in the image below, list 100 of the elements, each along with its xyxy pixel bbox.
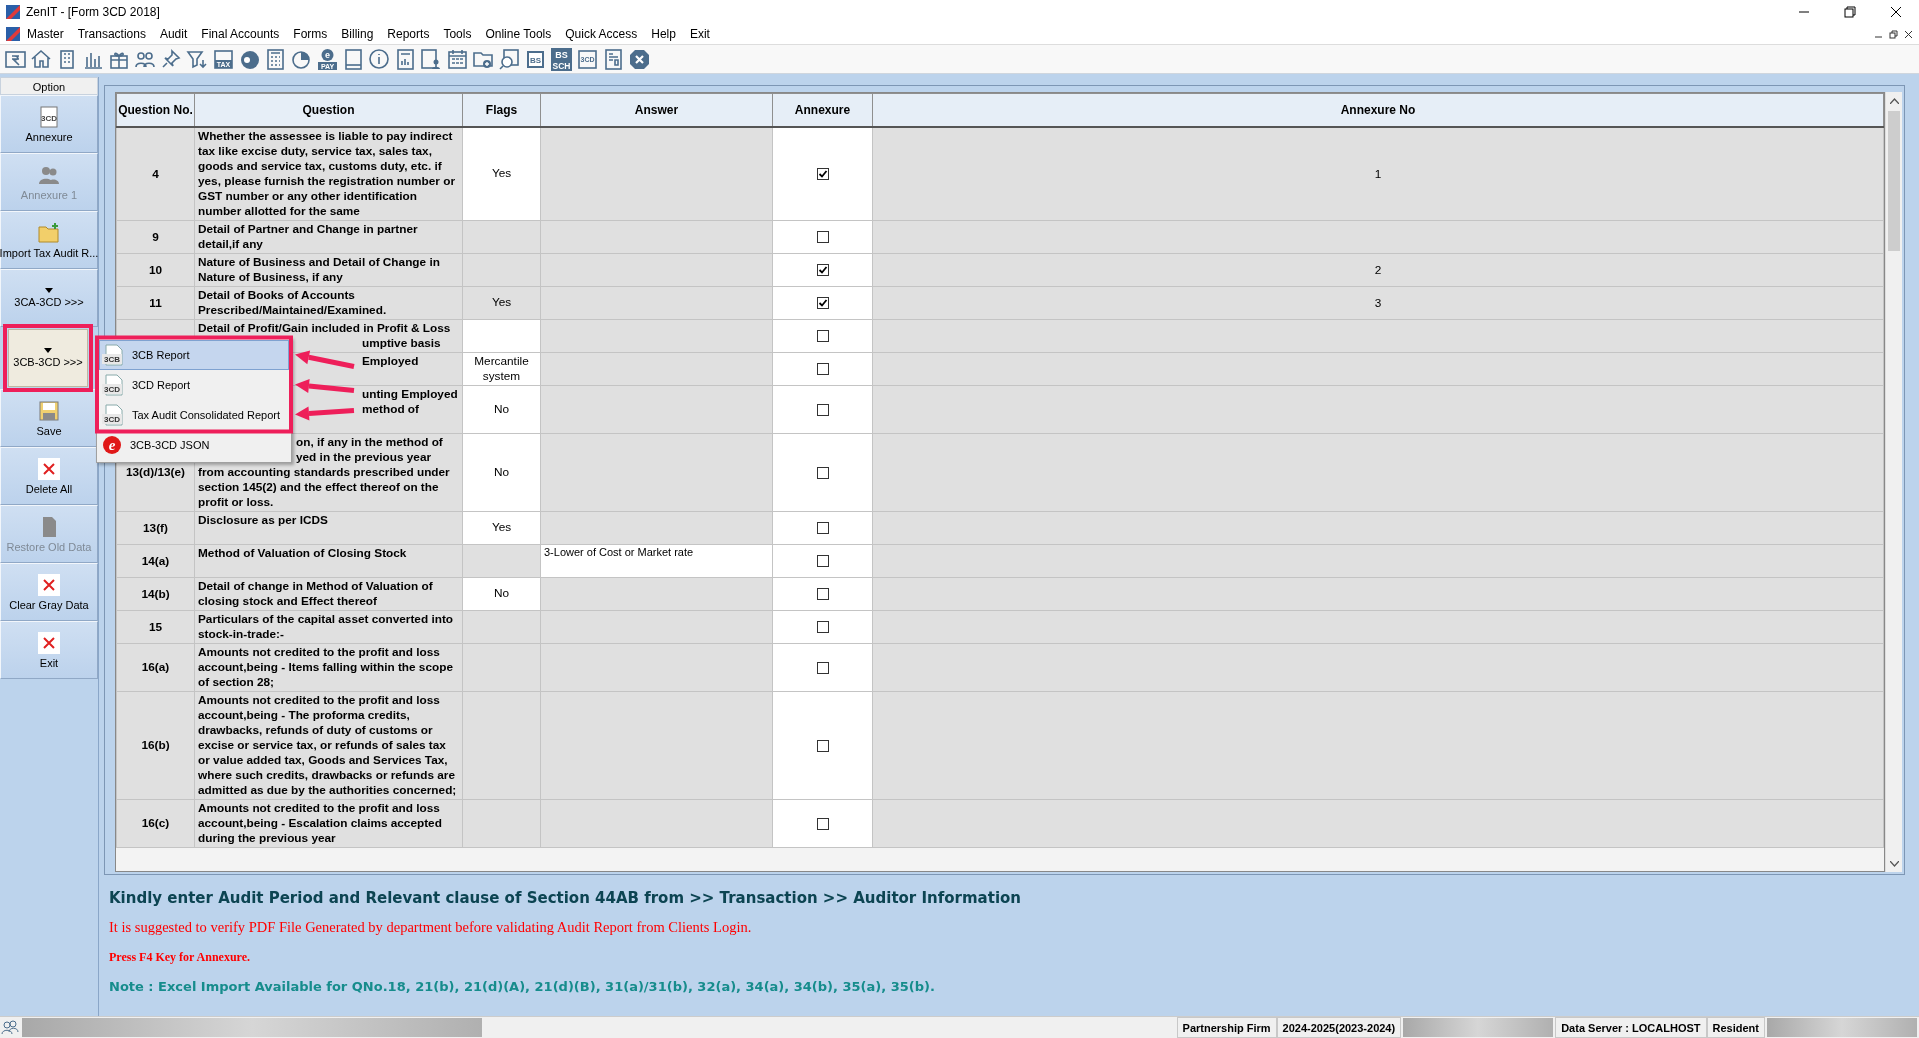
checkbox[interactable] bbox=[816, 661, 829, 674]
check-icon bbox=[817, 265, 828, 276]
menu-item[interactable]: Final Accounts bbox=[194, 25, 287, 43]
table-cell: Particulars of the capital asset converted into stock-in-trade:- bbox=[194, 610, 463, 643]
close-icon[interactable] bbox=[1904, 29, 1913, 39]
table-cell: Whether the assessee is liable to pay indirect tax like excise duty, service tax, sales tax, goods and service tax, customs duty, etc. if yes, please furnish the registration number or GST number or any other identification number allotted for the same bbox=[194, 126, 463, 220]
annotation-arrow bbox=[295, 378, 355, 393]
table-cell: Detail of Books of Accounts Prescribed/Maintained/Examined. bbox=[194, 286, 463, 319]
calculator-icon[interactable] bbox=[264, 47, 287, 71]
input-field[interactable]: Mercantile system bbox=[462, 352, 541, 385]
table-cell[interactable] bbox=[462, 253, 541, 286]
calendar-icon[interactable] bbox=[446, 47, 469, 71]
checkbox[interactable] bbox=[816, 403, 829, 416]
table-cell: Amounts not credited to the profit and loss account,being - The proforma credits, drawbacks, refunds of duty of customs or excise or service tax, or refunds of sales tax or value added tax, Goods and Services Tax, where such credits, drawbacks or refunds are admitted as due by the authorities concerned; bbox=[194, 691, 463, 799]
table-cell: Nature of Business and Detail of Change in Nature of Business, if any bbox=[194, 253, 463, 286]
table-cell[interactable] bbox=[462, 643, 541, 691]
close-icon[interactable] bbox=[1890, 6, 1902, 18]
input-field[interactable]: No bbox=[462, 433, 541, 511]
document-icon: 3CD bbox=[102, 373, 124, 396]
sheet-icon[interactable] bbox=[602, 47, 625, 71]
document-search-icon[interactable] bbox=[498, 47, 521, 71]
user-document-icon[interactable] bbox=[420, 47, 443, 71]
input-field[interactable]: No bbox=[462, 577, 541, 610]
table-cell: 15 bbox=[116, 610, 195, 643]
sidebar-button[interactable]: Exit bbox=[0, 621, 98, 679]
app-logo-icon bbox=[6, 5, 20, 19]
sidebar-button[interactable]: 3CA-3CD >>> bbox=[0, 269, 98, 327]
table-cell: Amounts not credited to the profit and loss account,being - Items falling within the scope of section 28; bbox=[194, 643, 463, 691]
sidebar-button[interactable]: Save bbox=[0, 389, 98, 447]
checkbox[interactable] bbox=[816, 588, 829, 601]
table-cell[interactable]: Yes bbox=[462, 286, 541, 319]
column-header: Flags bbox=[462, 93, 541, 127]
annotation-arrow bbox=[295, 350, 355, 369]
menu-item[interactable]: Tools bbox=[436, 25, 479, 43]
sidebar-button[interactable]: Delete All bbox=[0, 447, 98, 505]
checkbox[interactable] bbox=[816, 168, 829, 181]
checkbox[interactable] bbox=[816, 466, 829, 479]
table-cell: 11 bbox=[116, 286, 195, 319]
table-cell[interactable] bbox=[462, 544, 541, 577]
input-field[interactable]: 3-Lower of Cost or Market rate bbox=[540, 544, 773, 577]
checkbox[interactable] bbox=[816, 621, 829, 634]
menu-item[interactable]: Quick Access bbox=[558, 25, 645, 43]
checkbox[interactable] bbox=[816, 297, 829, 310]
checkbox[interactable] bbox=[816, 555, 829, 568]
menu-item[interactable]: Billing bbox=[334, 25, 381, 43]
input-field[interactable]: No bbox=[462, 385, 541, 433]
sidebar-button[interactable]: Clear Gray Data bbox=[0, 563, 98, 621]
checkbox[interactable] bbox=[816, 330, 829, 343]
info-icon[interactable] bbox=[368, 47, 391, 71]
menu-item[interactable]: Reports bbox=[380, 25, 437, 43]
checkbox[interactable] bbox=[816, 522, 829, 535]
sidebar-button[interactable]: Import Tax Audit R... bbox=[0, 211, 98, 269]
status-field: Resident bbox=[1706, 1017, 1765, 1038]
caret-icon bbox=[45, 288, 53, 293]
table-cell: 16(c) bbox=[116, 799, 195, 847]
menu-item[interactable]: 3CB 3CB Report bbox=[99, 339, 289, 370]
menu-item[interactable]: Master bbox=[20, 25, 71, 43]
home-icon[interactable] bbox=[30, 47, 53, 71]
menu-item[interactable]: Transactions bbox=[70, 25, 153, 43]
menu-item[interactable]: Exit bbox=[682, 25, 717, 43]
document-icon: 3CD bbox=[38, 105, 60, 128]
delete-icon bbox=[38, 457, 60, 480]
checkbox[interactable] bbox=[816, 739, 829, 752]
status-field: Partnership Firm bbox=[1176, 1017, 1277, 1038]
scrollbar-thumb[interactable] bbox=[1888, 111, 1900, 251]
menu-item[interactable]: Help bbox=[644, 25, 683, 43]
menu-item[interactable]: Forms bbox=[286, 25, 335, 43]
checkbox[interactable] bbox=[816, 231, 829, 244]
menu-item[interactable]: Audit bbox=[152, 25, 195, 43]
input-field[interactable]: Yes bbox=[462, 511, 541, 544]
table-cell: 14(a) bbox=[116, 544, 195, 577]
table-cell: Detail of Partner and Change in partner detail,if any bbox=[194, 220, 463, 253]
book-icon[interactable] bbox=[342, 47, 365, 71]
scroll-down-icon[interactable] bbox=[1889, 860, 1899, 867]
table-cell[interactable] bbox=[462, 610, 541, 643]
sidebar-button[interactable]: 3CD Annexure bbox=[0, 95, 98, 153]
folder-plus-icon bbox=[38, 221, 60, 244]
table-cell: 2 bbox=[872, 253, 1884, 286]
table-cell: Amounts not credited to the profit and loss account,being - Escalation claims accepted during the previous year bbox=[194, 799, 463, 847]
table-cell[interactable] bbox=[462, 220, 541, 253]
restore-icon[interactable] bbox=[1889, 29, 1898, 39]
sidebar-button[interactable]: 3CB-3CD >>> bbox=[8, 329, 88, 387]
restore-icon[interactable] bbox=[1844, 6, 1856, 18]
checkbox[interactable] bbox=[816, 264, 829, 277]
scroll-up-icon[interactable] bbox=[1889, 97, 1899, 104]
scrollbar[interactable] bbox=[1885, 92, 1902, 872]
document-icon: 3CB bbox=[102, 343, 124, 366]
checkbox[interactable] bbox=[816, 363, 829, 376]
input-field[interactable]: Yes bbox=[462, 126, 541, 220]
report-icon[interactable] bbox=[394, 47, 417, 71]
table-cell[interactable] bbox=[462, 799, 541, 847]
logo-icon: e bbox=[102, 434, 122, 455]
table-cell: 14(b) bbox=[116, 577, 195, 610]
hint-text: Press F4 Key for Annexure. bbox=[109, 950, 251, 965]
input-field[interactable] bbox=[462, 319, 541, 352]
column-header: Annexure No bbox=[872, 93, 1884, 127]
menu-item[interactable]: Online Tools bbox=[478, 25, 559, 43]
table-cell[interactable] bbox=[462, 691, 541, 799]
checkbox[interactable] bbox=[816, 817, 829, 830]
bs-sch-icon[interactable]: BS SCH bbox=[550, 47, 573, 71]
